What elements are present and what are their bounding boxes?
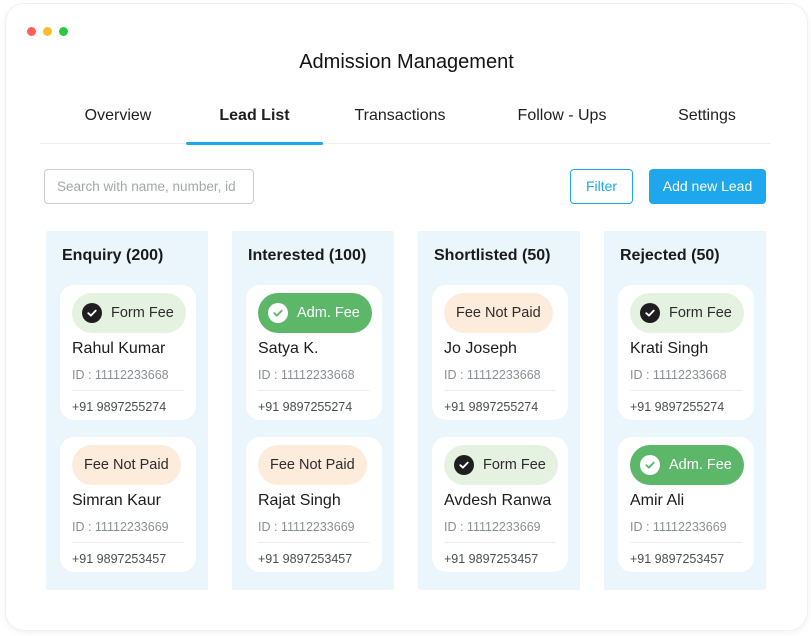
fee-status-badge: Adm. Fee	[630, 445, 744, 485]
tab-follow-ups[interactable]: Follow - Ups	[514, 96, 610, 144]
check-circle-icon	[640, 455, 660, 475]
card-divider	[72, 390, 184, 391]
kanban-column: Shortlisted (50) Fee Not Paid Jo Joseph ID …	[418, 231, 580, 590]
lead-name: Jo Joseph	[444, 340, 517, 357]
close-window-dot[interactable]	[27, 27, 36, 36]
lead-phone: +91 9897255274	[444, 400, 539, 414]
add-new-lead-button[interactable]: Add new Lead	[649, 169, 766, 204]
lead-id: ID : 11112233668	[72, 368, 169, 382]
badge-label: Adm. Fee	[297, 305, 360, 321]
tab-transactions[interactable]: Transactions	[348, 96, 452, 144]
lead-id: ID : 11112233669	[630, 520, 727, 534]
card-divider	[258, 390, 370, 391]
card-divider	[258, 542, 370, 543]
fee-status-badge: Form Fee	[444, 445, 558, 485]
badge-label: Form Fee	[111, 305, 174, 321]
lead-id: ID : 11112233669	[72, 520, 169, 534]
filter-button[interactable]: Filter	[570, 169, 633, 204]
kanban-column: Enquiry (200) Form Fee Rahul Kumar ID : 111…	[46, 231, 208, 590]
fee-status-badge: Fee Not Paid	[72, 445, 181, 485]
fee-status-badge: Form Fee	[72, 293, 186, 333]
maximize-window-dot[interactable]	[59, 27, 68, 36]
lead-card[interactable]: Fee Not Paid Jo Joseph ID : 11112233668 +91…	[432, 285, 568, 420]
card-divider	[444, 390, 556, 391]
check-circle-icon	[454, 455, 474, 475]
lead-phone: +91 9897253457	[444, 552, 539, 566]
badge-label: Form Fee	[483, 457, 546, 473]
search-input[interactable]	[44, 169, 254, 204]
tab-settings[interactable]: Settings	[676, 96, 738, 144]
app-window: Admission Management Overview Lead List …	[6, 4, 807, 630]
badge-label: Form Fee	[669, 305, 732, 321]
kanban-column: Rejected (50) Form Fee Krati Singh ID : 111…	[604, 231, 766, 590]
lead-name: Krati Singh	[630, 340, 709, 357]
lead-name: Rahul Kumar	[72, 340, 166, 357]
check-circle-icon	[268, 303, 288, 323]
page-title: Admission Management	[299, 51, 514, 73]
lead-phone: +91 9897255274	[630, 400, 725, 414]
column-header: Shortlisted (50)	[434, 247, 551, 264]
lead-id: ID : 11112233668	[444, 368, 541, 382]
lead-card[interactable]: Fee Not Paid Rajat Singh ID : 11112233669 +…	[246, 437, 382, 572]
window-controls	[27, 27, 68, 36]
lead-card[interactable]: Form Fee Krati Singh ID : 11112233668 +91 9…	[618, 285, 754, 420]
lead-card[interactable]: Fee Not Paid Simran Kaur ID : 11112233669 +…	[60, 437, 196, 572]
card-divider	[630, 542, 742, 543]
fee-status-badge: Fee Not Paid	[258, 445, 367, 485]
column-header: Interested (100)	[248, 247, 367, 264]
column-header: Enquiry (200)	[62, 247, 164, 264]
lead-phone: +91 9897255274	[258, 400, 353, 414]
badge-label: Adm. Fee	[669, 457, 732, 473]
lead-name: Amir Ali	[630, 492, 685, 509]
fee-status-badge: Adm. Fee	[258, 293, 372, 333]
card-divider	[630, 390, 742, 391]
tab-lead-list[interactable]: Lead List	[186, 96, 323, 145]
lead-name: Rajat Singh	[258, 492, 341, 509]
badge-label: Fee Not Paid	[84, 457, 169, 473]
lead-phone: +91 9897255274	[72, 400, 167, 414]
tab-bar: Overview Lead List Transactions Follow -…	[40, 96, 771, 145]
lead-card[interactable]: Adm. Fee Satya K. ID : 11112233668 +91 9897…	[246, 285, 382, 420]
lead-phone: +91 9897253457	[258, 552, 353, 566]
card-divider	[72, 542, 184, 543]
lead-phone: +91 9897253457	[630, 552, 725, 566]
minimize-window-dot[interactable]	[43, 27, 52, 36]
fee-status-badge: Fee Not Paid	[444, 293, 553, 333]
badge-label: Fee Not Paid	[456, 305, 541, 321]
column-header: Rejected (50)	[620, 247, 720, 264]
lead-card[interactable]: Form Fee Rahul Kumar ID : 11112233668 +91 9…	[60, 285, 196, 420]
kanban-column: Interested (100) Adm. Fee Satya K. ID : 111…	[232, 231, 394, 590]
tab-overview[interactable]: Overview	[78, 96, 158, 144]
lead-id: ID : 11112233669	[258, 520, 355, 534]
lead-id: ID : 11112233668	[630, 368, 727, 382]
lead-card[interactable]: Form Fee Avdesh Ranwa ID : 11112233669 +91 …	[432, 437, 568, 572]
lead-id: ID : 11112233668	[258, 368, 355, 382]
lead-name: Simran Kaur	[72, 492, 161, 509]
badge-label: Fee Not Paid	[270, 457, 355, 473]
lead-name: Satya K.	[258, 340, 319, 357]
card-divider	[444, 542, 556, 543]
lead-card[interactable]: Adm. Fee Amir Ali ID : 11112233669 +91 9897…	[618, 437, 754, 572]
lead-phone: +91 9897253457	[72, 552, 167, 566]
fee-status-badge: Form Fee	[630, 293, 744, 333]
check-circle-icon	[640, 303, 660, 323]
lead-id: ID : 11112233669	[444, 520, 541, 534]
check-circle-icon	[82, 303, 102, 323]
lead-name: Avdesh Ranwa	[444, 492, 552, 509]
